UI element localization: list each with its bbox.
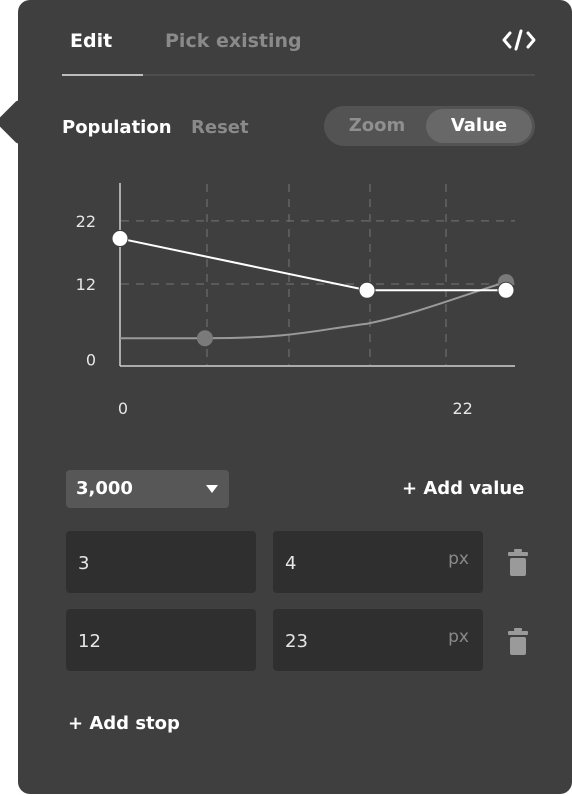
add-stop-button[interactable]: + Add stop [68, 713, 180, 734]
stop-handle[interactable] [358, 281, 376, 299]
interpolated-point [196, 330, 213, 347]
chart-tick-labels: 0 12 22 0 22 [76, 212, 473, 418]
stop-handle[interactable] [111, 230, 129, 248]
y-tick-label: 22 [76, 212, 96, 231]
trash-icon[interactable] [507, 628, 529, 656]
chart-series [111, 230, 515, 347]
stop-2-input-field[interactable]: 12 [66, 609, 256, 671]
zoom-select[interactable]: 3,000 [66, 470, 229, 508]
stop-2-input-value: 12 [78, 631, 101, 652]
stop-2-unit: px [448, 627, 469, 647]
stop-1-input-field[interactable]: 3 [66, 531, 256, 593]
y-tick-label: 12 [76, 275, 96, 294]
y-tick-label: 0 [86, 351, 96, 370]
zoom-select-value: 3,000 [76, 478, 133, 499]
stops-line [119, 237, 506, 292]
trash-icon[interactable] [507, 549, 529, 577]
add-value-button[interactable]: + Add value [402, 478, 524, 499]
stop-1-output-field[interactable]: 4 px [273, 531, 483, 593]
stop-1-input-value: 3 [78, 553, 90, 574]
stop-1-unit: px [448, 549, 469, 569]
x-tick-label: 22 [453, 399, 473, 418]
style-editor-panel: Edit Pick existing Population Reset Zoom… [18, 0, 572, 794]
stop-2-output-value: 23 [285, 631, 308, 652]
stop-1-output-value: 4 [285, 553, 297, 574]
chevron-down-icon [206, 485, 218, 493]
stop-2-output-field[interactable]: 23 px [273, 609, 483, 671]
stops-chart[interactable]: 0 12 22 0 22 [18, 0, 572, 440]
x-tick-label: 0 [118, 399, 128, 418]
stop-handle[interactable] [497, 281, 515, 299]
